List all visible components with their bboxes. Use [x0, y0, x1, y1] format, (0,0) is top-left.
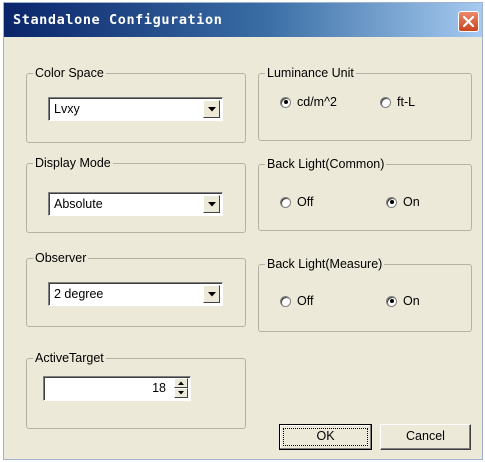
radio-label: Off: [297, 294, 314, 308]
display-mode-value: Absolute: [54, 197, 103, 211]
display-mode-select[interactable]: Absolute: [48, 192, 223, 216]
color-space-dropdown-button[interactable]: [203, 100, 220, 118]
radio-checked-icon: [386, 196, 397, 208]
active-target-label: ActiveTarget: [33, 351, 106, 365]
back-light-common-on-radio[interactable]: On: [386, 195, 420, 209]
observer-value: 2 degree: [54, 287, 104, 301]
luminance-unit-group: Luminance Unit cd/m^2 ft-L: [258, 66, 472, 141]
chevron-down-icon: [208, 292, 216, 297]
cancel-button-label: Cancel: [406, 429, 445, 443]
luminance-unit-ftl-radio[interactable]: ft-L: [380, 95, 415, 109]
back-light-measure-label: Back Light(Measure): [265, 257, 385, 271]
back-light-measure-off-radio[interactable]: Off: [280, 294, 313, 308]
active-target-group: ActiveTarget 18: [26, 351, 246, 429]
radio-label: On: [403, 195, 420, 209]
radio-unchecked-icon: [280, 295, 291, 307]
back-light-common-off-radio[interactable]: Off: [280, 195, 313, 209]
active-target-value: 18: [152, 381, 166, 395]
color-space-group: Color Space Lvxy: [26, 66, 246, 143]
ok-button-label: OK: [316, 429, 335, 443]
observer-select[interactable]: 2 degree: [48, 282, 223, 306]
observer-label: Observer: [33, 251, 89, 265]
window-title: Standalone Configuration: [13, 12, 223, 28]
chevron-down-icon: [178, 391, 184, 395]
standalone-configuration-dialog: Standalone Configuration Color Space Lvx…: [3, 2, 483, 460]
back-light-common-group: Back Light(Common) Off On: [258, 157, 472, 231]
luminance-unit-cdm2-radio[interactable]: cd/m^2: [280, 95, 337, 109]
radio-checked-icon: [386, 295, 397, 307]
spin-up-button[interactable]: [174, 378, 188, 388]
observer-dropdown-button[interactable]: [203, 285, 220, 303]
radio-unchecked-icon: [380, 96, 391, 108]
active-target-input[interactable]: 18: [43, 376, 191, 401]
close-button[interactable]: [458, 11, 479, 32]
ok-button[interactable]: OK: [279, 424, 372, 450]
chevron-up-icon: [178, 381, 184, 385]
luminance-unit-label: Luminance Unit: [265, 66, 356, 80]
chevron-down-icon: [208, 202, 216, 207]
spin-down-button[interactable]: [174, 388, 188, 398]
chevron-down-icon: [208, 107, 216, 112]
radio-unchecked-icon: [280, 196, 291, 208]
display-mode-group: Display Mode Absolute: [26, 156, 246, 233]
cancel-button[interactable]: Cancel: [380, 424, 471, 450]
back-light-common-label: Back Light(Common): [265, 157, 387, 171]
back-light-measure-on-radio[interactable]: On: [386, 294, 420, 308]
radio-label: Off: [297, 195, 314, 209]
radio-label: On: [403, 294, 420, 308]
display-mode-label: Display Mode: [33, 156, 113, 170]
radio-checked-icon: [280, 96, 291, 108]
radio-label: cd/m^2: [297, 95, 337, 109]
back-light-measure-group: Back Light(Measure) Off On: [258, 257, 472, 332]
color-space-select[interactable]: Lvxy: [48, 97, 223, 121]
close-icon: [462, 15, 475, 28]
display-mode-dropdown-button[interactable]: [203, 195, 220, 213]
title-bar[interactable]: Standalone Configuration: [4, 3, 482, 37]
radio-label: ft-L: [397, 95, 416, 109]
observer-group: Observer 2 degree: [26, 251, 246, 327]
color-space-label: Color Space: [33, 66, 106, 80]
color-space-value: Lvxy: [54, 102, 80, 116]
